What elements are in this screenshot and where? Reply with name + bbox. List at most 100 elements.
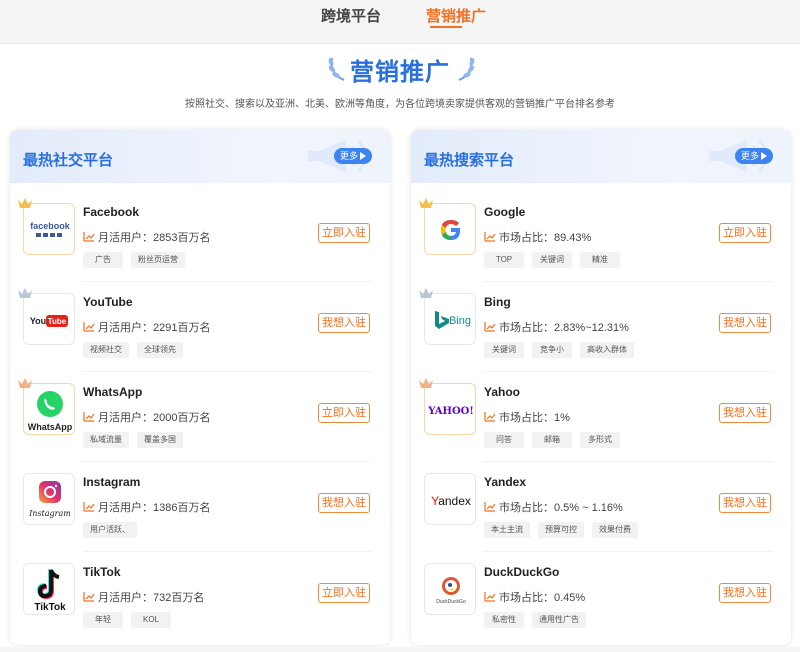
list-item: Bing Bing 市场占比：2.83%~12.31% 关键词 竞争小 高收入群… (411, 282, 791, 372)
tab-cross-border-platforms[interactable]: 跨境平台 (321, 5, 381, 26)
yandex-logo: Yandex (424, 473, 476, 525)
duckduckgo-logo: DuckDuckGo (424, 563, 476, 615)
platform-stat: 月活用户：2853百万名 (83, 229, 210, 245)
bronze-crown-icon (419, 378, 433, 388)
svg-text:YAHOO!: YAHOO! (427, 406, 474, 417)
tag: 预算可控 (538, 522, 584, 538)
join-button[interactable]: 我想入驻 (719, 583, 771, 603)
tag-list: 私域流量 覆盖多国 (83, 432, 183, 448)
play-icon (360, 152, 366, 160)
facebook-logo: facebook (23, 203, 75, 255)
tiktok-logo: TikTok (23, 563, 75, 615)
join-button[interactable]: 我想入驻 (719, 403, 771, 423)
tag-list: 本土主流 预算可控 效果付费 (484, 522, 638, 538)
tag-list: 年轻 KOL (83, 612, 171, 628)
top-nav: 跨境平台 营销推广 (0, 0, 800, 44)
stat-text: 月活用户：1386百万名 (98, 502, 211, 514)
platform-name: Yahoo (484, 385, 521, 399)
platform-stat: 月活用户：732百万名 (83, 589, 204, 605)
list-item: TikTok TikTok 月活用户：732百万名 年轻 KOL 立即入驻 (10, 552, 390, 642)
tag-list: 用户活跃、 (83, 522, 137, 538)
platform-stat: 市场占比：0.45% (484, 589, 585, 605)
bronze-crown-icon (18, 378, 32, 388)
tab-marketing[interactable]: 营销推广 (426, 5, 486, 26)
page-title: 营销推广 (350, 59, 450, 86)
list-item: YAHOO! Yahoo 市场占比：1% 问答 邮箱 多形式 我想入驻 (411, 372, 791, 462)
laurel-right-icon (458, 57, 475, 81)
panel-title: 最热社交平台 (23, 152, 114, 169)
svg-text:Instagram: Instagram (28, 509, 71, 518)
tag: 私密性 (484, 612, 524, 628)
join-button[interactable]: 我想入驻 (318, 493, 370, 513)
more-button[interactable]: 更多 (334, 148, 372, 164)
tag: 精准 (580, 252, 620, 268)
platform-name: WhatsApp (83, 385, 143, 399)
panel-header: 最热社交平台 更多 (10, 130, 390, 183)
trend-icon (484, 412, 496, 422)
svg-text:Yandex: Yandex (431, 494, 471, 508)
join-button[interactable]: 立即入驻 (318, 403, 370, 423)
platform-stat: 市场占比：2.83%~12.31% (484, 319, 629, 335)
tag: 问答 (484, 432, 524, 448)
tag: 关键词 (484, 342, 524, 358)
tag: 全球领先 (137, 342, 183, 358)
social-platforms-panel: 最热社交平台 更多 facebook Facebook 月活用户：2853百万名… (10, 130, 390, 645)
join-button[interactable]: 立即入驻 (318, 223, 370, 243)
tag-list: 问答 邮箱 多形式 (484, 432, 620, 448)
tag-list: 视频社交 全球领先 (83, 342, 183, 358)
join-button[interactable]: 我想入驻 (318, 313, 370, 333)
join-button[interactable]: 立即入驻 (318, 583, 370, 603)
svg-text:Bing: Bing (449, 315, 471, 327)
trend-icon (484, 322, 496, 332)
more-button[interactable]: 更多 (735, 148, 773, 164)
bing-logo: Bing (424, 293, 476, 345)
tag: 关键词 (532, 252, 572, 268)
tag: 多形式 (580, 432, 620, 448)
tag: KOL (131, 612, 171, 628)
tag: 广告 (83, 252, 123, 268)
trend-icon (83, 592, 95, 602)
tag: TOP (484, 252, 524, 268)
list-item: Yandex Yandex 市场占比：0.5% ~ 1.16% 本土主流 预算可… (411, 462, 791, 552)
more-label: 更多 (340, 151, 359, 161)
join-button[interactable]: 立即入驻 (719, 223, 771, 243)
platform-name: TikTok (83, 565, 121, 579)
stat-text: 月活用户：2291百万名 (98, 322, 211, 334)
tag: 效果付费 (592, 522, 638, 538)
stat-text: 市场占比：1% (499, 412, 570, 424)
tag-list: 关键词 竞争小 高收入群体 (484, 342, 634, 358)
trend-icon (484, 592, 496, 602)
trend-icon (484, 232, 496, 242)
tag: 粉丝页运营 (131, 252, 185, 268)
platform-stat: 市场占比：89.43% (484, 229, 591, 245)
join-button[interactable]: 我想入驻 (719, 313, 771, 333)
svg-text:WhatsApp: WhatsApp (28, 422, 73, 432)
more-label: 更多 (741, 151, 760, 161)
whatsapp-logo: WhatsApp (23, 383, 75, 435)
svg-text:DuckDuckGo: DuckDuckGo (436, 599, 466, 605)
stat-text: 市场占比：0.5% ~ 1.16% (499, 502, 623, 514)
platform-stat: 市场占比：0.5% ~ 1.16% (484, 499, 623, 515)
platform-stat: 月活用户：2291百万名 (83, 319, 210, 335)
svg-text:facebook: facebook (30, 221, 71, 231)
page-subtitle: 按照社交、搜索以及亚洲、北美、欧洲等角度，为各位跨境卖家提供客观的营销推广平台排… (185, 99, 615, 110)
page-bottom (0, 647, 800, 652)
platform-name: YouTube (83, 295, 133, 309)
list-item: Google 市场占比：89.43% TOP 关键词 精准 立即入驻 (411, 192, 791, 282)
trend-icon (83, 412, 95, 422)
yahoo-logo: YAHOO! (424, 383, 476, 435)
platform-name: Instagram (83, 475, 141, 489)
join-button[interactable]: 我想入驻 (719, 493, 771, 513)
tag: 通用性广告 (532, 612, 586, 628)
platform-stat: 月活用户：1386百万名 (83, 499, 210, 515)
silver-crown-icon (18, 288, 32, 298)
stat-text: 月活用户：732百万名 (98, 592, 205, 604)
gold-crown-icon (419, 198, 433, 208)
trend-icon (83, 232, 95, 242)
youtube-logo: You Tube (23, 293, 75, 345)
list-item: You Tube YouTube 月活用户：2291百万名 视频社交 全球领先 … (10, 282, 390, 372)
tag: 覆盖多国 (137, 432, 183, 448)
svg-text:TikTok: TikTok (34, 602, 66, 613)
tag: 视频社交 (83, 342, 129, 358)
trend-icon (83, 502, 95, 512)
